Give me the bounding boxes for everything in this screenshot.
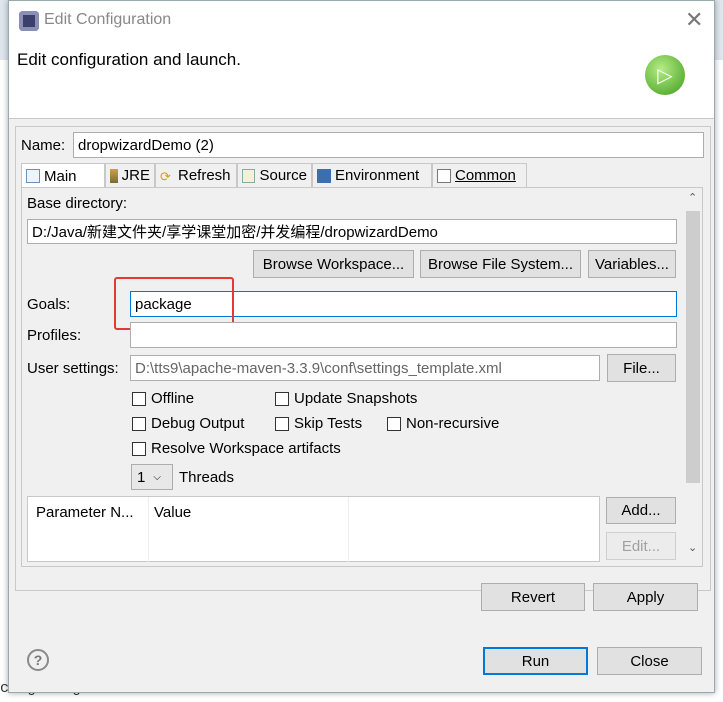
refresh-icon: ⟳ <box>160 168 171 184</box>
checkbox-label: Offline <box>151 390 195 407</box>
dialog-title: Edit Configuration <box>44 11 172 28</box>
resolve-workspace-checkbox[interactable]: Resolve Workspace artifacts <box>132 440 341 457</box>
tab-label: Source <box>259 167 307 184</box>
parameters-table: Parameter N... Value <box>27 496 600 563</box>
title-bar: Edit Configuration ✕ <box>9 1 714 41</box>
tab-label: Main <box>44 167 77 185</box>
skip-tests-checkbox[interactable]: Skip Tests <box>275 415 362 432</box>
close-button[interactable]: Close <box>597 647 702 675</box>
threads-value: 1 <box>137 468 146 486</box>
dialog-header: Edit configuration and launch. ▷ <box>9 41 714 119</box>
add-parameter-button[interactable]: Add... <box>606 497 676 524</box>
edit-configuration-dialog: Edit Configuration ✕ Edit configuration … <box>8 0 715 693</box>
base-directory-label: Base directory: <box>27 195 128 212</box>
name-label: Name: <box>21 137 66 154</box>
threads-label: Threads <box>179 469 235 486</box>
column-header-value[interactable]: Value <box>154 504 191 521</box>
checkbox-label: Skip Tests <box>294 415 363 432</box>
panel-scrollbar[interactable]: ⌃ ⌄ <box>684 189 702 562</box>
checkbox-label: Debug Output <box>151 415 245 432</box>
profiles-label: Profiles: <box>27 327 82 344</box>
column-header-parameter-name[interactable]: Parameter N... <box>36 504 134 521</box>
tab-main[interactable]: Main <box>21 163 105 188</box>
debug-output-checkbox[interactable]: Debug Output <box>132 415 244 432</box>
revert-button[interactable]: Revert <box>481 583 585 611</box>
non-recursive-checkbox[interactable]: Non-recursive <box>387 415 499 432</box>
checkbox-label: Non-recursive <box>406 415 500 432</box>
edit-parameter-button: Edit... <box>606 532 676 560</box>
tab-label: Refresh <box>178 167 231 184</box>
profiles-input[interactable] <box>130 322 677 348</box>
dialog-subtitle: Edit configuration and launch. <box>17 50 241 69</box>
variables-button[interactable]: Variables... <box>588 250 676 278</box>
name-input[interactable] <box>73 132 704 158</box>
user-settings-label: User settings: <box>27 360 119 377</box>
checkbox-label: Update Snapshots <box>294 390 418 407</box>
tab-common[interactable]: Common <box>432 163 527 187</box>
run-button[interactable]: Run <box>483 647 588 675</box>
run-launch-icon: ▷ <box>645 55 685 95</box>
environment-icon <box>317 168 331 183</box>
scrollbar-thumb[interactable] <box>686 211 700 483</box>
browse-file-system-button[interactable]: Browse File System... <box>420 250 581 278</box>
scroll-up-icon[interactable]: ⌃ <box>688 191 697 204</box>
scroll-down-icon[interactable]: ⌄ <box>688 541 697 554</box>
jre-icon <box>110 168 118 183</box>
base-directory-input[interactable] <box>27 219 677 244</box>
tab-source[interactable]: Source <box>237 163 312 187</box>
tab-label: Common <box>455 167 516 184</box>
threads-select[interactable]: 1 ⌵ <box>131 464 173 490</box>
tab-label: JRE <box>121 167 150 184</box>
common-icon <box>437 168 451 183</box>
user-settings-input[interactable] <box>130 355 600 381</box>
apply-button[interactable]: Apply <box>593 583 698 611</box>
tab-label: Environment <box>335 167 420 184</box>
main-tab-icon <box>26 169 40 183</box>
help-icon[interactable]: ? <box>27 649 49 671</box>
checkbox-label: Resolve Workspace artifacts <box>151 440 341 457</box>
offline-checkbox[interactable]: Offline <box>132 390 194 407</box>
file-button[interactable]: File... <box>607 354 676 382</box>
tab-jre[interactable]: JRE <box>105 163 155 187</box>
goals-label: Goals: <box>27 296 71 313</box>
source-icon <box>242 168 256 183</box>
tab-environment[interactable]: Environment <box>312 163 432 187</box>
browse-workspace-button[interactable]: Browse Workspace... <box>253 250 414 278</box>
eclipse-icon <box>19 11 39 31</box>
update-snapshots-checkbox[interactable]: Update Snapshots <box>275 390 417 407</box>
close-icon[interactable]: ✕ <box>685 7 703 33</box>
chevron-down-icon: ⌵ <box>153 471 161 483</box>
tab-refresh[interactable]: ⟳ Refresh <box>155 163 237 187</box>
